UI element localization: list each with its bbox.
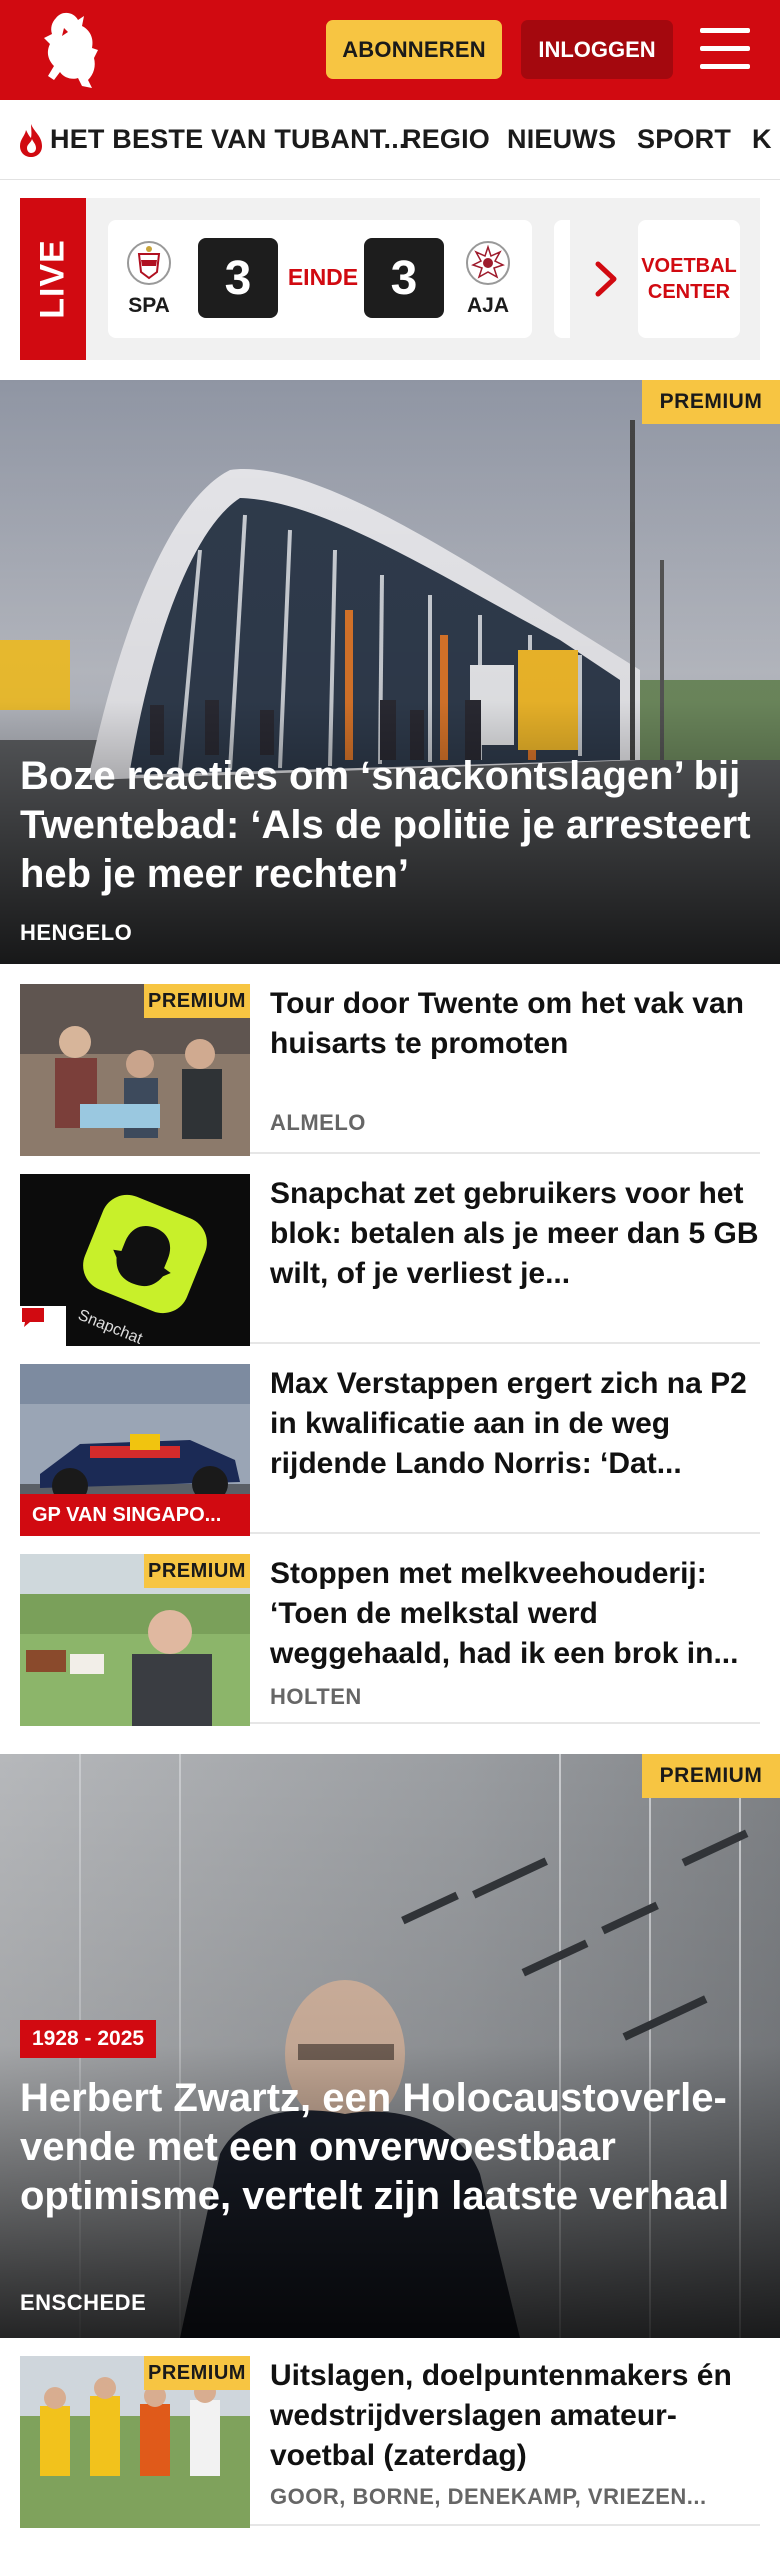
hero-article-zwartz[interactable]: PREMIUM 1928 - 2025 Herbert Zwartz, een … [0,1754,780,2338]
article-title[interactable]: Tour door Twente om het vak van huisarts… [270,984,760,1064]
nav-item-nieuws[interactable]: NIEUWS [507,124,616,155]
comment-icon [20,1306,66,1346]
list-item[interactable]: Snapchat Snapchat zet gebruikers voor he… [20,1154,760,1346]
list-item[interactable]: PREMIUM Stoppen met melkveehouderij: ‘To… [20,1534,760,1726]
thumb-snapchat: Snapchat [20,1174,250,1346]
hero-article-twentebad[interactable]: PREMIUM Boze reacties om ‘snackontslagen… [0,380,780,964]
topic-badge[interactable]: GP VAN SINGAPO... [20,1494,250,1536]
hamburger-menu-icon[interactable] [700,26,750,72]
year-badge: 1928 - 2025 [20,2020,157,2058]
hero-title[interactable]: Boze reacties om ‘snackontslagen’ bij Tw… [20,752,760,899]
away-team-name: AJA [466,294,509,317]
article-location: GOOR, BORNE, DENEKAMP, VRIEZEN... [270,2484,707,2509]
article-location: HOLTEN [270,1684,362,1709]
voetbal-center-link[interactable]: VOETBAL CENTER [638,220,740,338]
live-scores-strip: LIVE SPA 3 EINDE 3 AJA VOETBAL CENTER [20,198,760,360]
next-match-card[interactable] [554,220,570,338]
subscribe-button[interactable]: ABONNEREN [326,20,502,79]
home-score: 3 [198,238,278,318]
hero-title[interactable]: Herbert Zwartz, een Holocaustoverle-vend… [20,2074,760,2221]
nav-item-regio[interactable]: REGIO [402,124,490,155]
hero-location: HENGELO [20,920,133,945]
sparta-logo-icon [127,241,171,285]
premium-badge: PREMIUM [144,1554,250,1588]
thumb-melkveehouderij: PREMIUM [20,1554,250,1726]
live-label: LIVE [20,198,86,360]
match-card[interactable]: SPA 3 EINDE 3 AJA [108,220,532,338]
ajax-logo-icon [466,241,510,285]
nav-item-more[interactable]: K [752,124,772,155]
thumb-huisarts: PREMIUM [20,984,250,1156]
flame-icon [20,124,42,157]
article-title[interactable]: Snapchat zet gebruikers voor het blok: b… [270,1174,760,1294]
chevron-right-icon[interactable] [592,260,620,298]
thumb-verstappen: GP VAN SINGAPO... [20,1364,250,1536]
section-nav: HET BESTE VAN TUBANT... REGIO NIEUWS SPO… [0,100,780,180]
premium-badge: PREMIUM [144,984,250,1018]
nav-item-sport[interactable]: SPORT [637,124,731,155]
site-header: ABONNEREN INLOGGEN [0,0,780,100]
tubantia-horse-logo[interactable] [34,8,110,92]
hero-location: ENSCHEDE [20,2290,147,2315]
article-title[interactable]: Uitslagen, doelpuntenmakers én wedstrijd… [270,2356,760,2476]
premium-badge: PREMIUM [144,2356,250,2390]
match-status: EINDE [287,264,359,290]
article-title[interactable]: Max Verstappen ergert zich na P2 in kwal… [270,1364,760,1484]
login-button[interactable]: INLOGGEN [521,20,673,79]
list-item[interactable]: PREMIUM Tour door Twente om het vak van … [20,964,760,1156]
list-item[interactable]: PREMIUM Uitslagen, doelpuntenmakers én w… [20,2336,760,2528]
away-score: 3 [364,238,444,318]
list-item[interactable]: GP VAN SINGAPO... Max Verstappen ergert … [20,1344,760,1536]
article-location: ALMELO [270,1110,366,1135]
thumb-amateurvoetbal: PREMIUM [20,2356,250,2528]
premium-badge: PREMIUM [642,380,780,424]
nav-item-best-of[interactable]: HET BESTE VAN TUBANT... [50,124,407,155]
article-title[interactable]: Stoppen met melkveehouderij: ‘Toen de me… [270,1554,760,1674]
home-team-name: SPA [128,294,170,317]
premium-badge: PREMIUM [642,1754,780,1798]
